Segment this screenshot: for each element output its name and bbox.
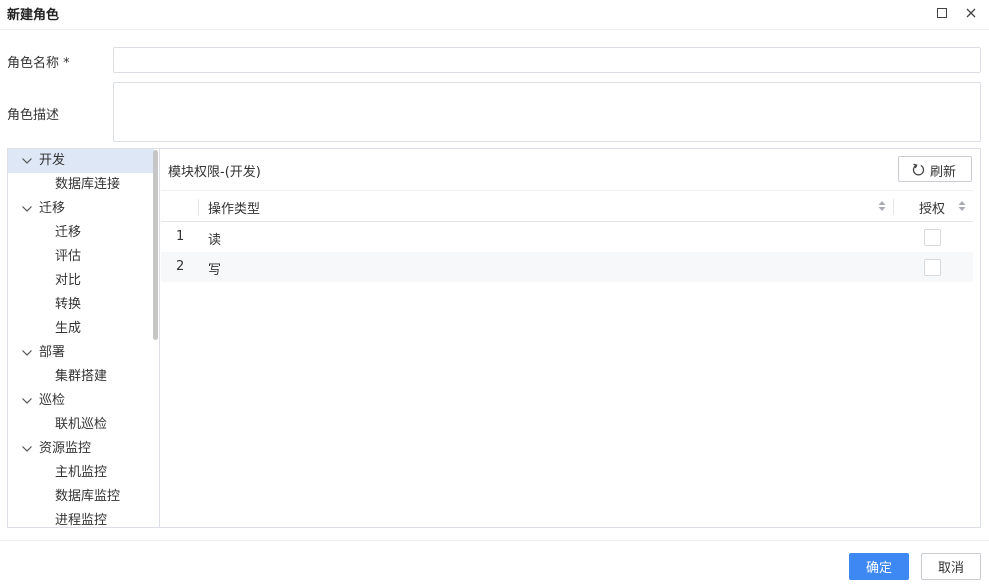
tree-item-label: 迁移 [39, 201, 66, 216]
tree-item-label: 联机巡检 [55, 417, 108, 432]
maximize-button[interactable] [934, 5, 950, 21]
column-divider [893, 199, 894, 215]
module-tree: 开发 数据库连接 迁移 迁移 评估 对比 转换 生成 部署 集群搭建 巡检 联机巡检 资源监控 主机监控数… [7, 148, 159, 528]
tree-item[interactable]: 主机监控 [8, 461, 154, 485]
sort-icon[interactable] [878, 200, 886, 212]
tree-scrollbar[interactable] [153, 150, 158, 340]
tree-group-item[interactable]: 迁移 [8, 197, 154, 221]
tree-item[interactable]: 数据库监控 [8, 485, 154, 509]
role-desc-input[interactable] [113, 82, 981, 142]
authorize-checkbox[interactable] [924, 259, 941, 276]
row-number: 2 [176, 259, 185, 274]
tree-item-label: 对比 [55, 273, 82, 288]
column-header-authorize[interactable]: 授权 [919, 198, 945, 217]
close-icon [966, 8, 976, 18]
tree-item-label: 部署 [39, 345, 66, 360]
tree-item[interactable]: 评估 [8, 245, 154, 269]
close-button[interactable] [963, 5, 979, 21]
tree-item[interactable]: 生成 [8, 317, 154, 341]
tree-item-label: 生成 [55, 321, 82, 336]
column-header-operation-type[interactable]: 操作类型 [208, 198, 260, 217]
column-divider [198, 199, 199, 215]
operation-type-cell: 读 [208, 233, 222, 248]
tree-item[interactable]: 联机巡检 [8, 413, 154, 437]
table-row: 1读 [161, 222, 973, 252]
confirm-button[interactable]: 确定 [849, 553, 909, 580]
refresh-button[interactable]: 刷新 [898, 156, 972, 182]
tree-item-label: 进程监控 [55, 513, 108, 528]
chevron-down-icon[interactable] [21, 396, 33, 406]
tree-item-label: 巡检 [39, 393, 66, 408]
tree-item-label: 数据库连接 [55, 177, 121, 192]
dialog-title: 新建角色 [7, 8, 60, 23]
operation-type-cell: 写 [208, 263, 222, 278]
tree-item-label: 开发 [39, 153, 66, 168]
tree-group-item[interactable]: 部署 [8, 341, 154, 365]
tree-group-item[interactable]: 资源监控 [8, 437, 154, 461]
tree-item[interactable]: 迁移 [8, 221, 154, 245]
chevron-down-icon[interactable] [21, 348, 33, 358]
chevron-down-icon[interactable] [21, 156, 33, 166]
tree-item-label: 迁移 [55, 225, 82, 240]
tree-item-label: 资源监控 [39, 441, 92, 456]
footer-divider [0, 540, 989, 541]
refresh-icon [912, 163, 925, 176]
tree-group-item[interactable]: 巡检 [8, 389, 154, 413]
tree-item-label: 数据库监控 [55, 489, 121, 504]
dialog-titlebar: 新建角色 [0, 0, 989, 30]
tree-item[interactable]: 转换 [8, 293, 154, 317]
tree-item-label: 评估 [55, 249, 82, 264]
maximize-icon [937, 8, 947, 18]
role-desc-label: 角色描述 [7, 108, 60, 123]
tree-item-label: 集群搭建 [55, 369, 108, 384]
tree-group-item[interactable]: 开发 [8, 149, 154, 173]
cancel-button[interactable]: 取消 [921, 553, 981, 580]
row-number: 1 [176, 229, 185, 244]
tree-item-label: 主机监控 [55, 465, 108, 480]
tree-item-label: 转换 [55, 297, 82, 312]
chevron-down-icon[interactable] [21, 444, 33, 454]
tree-item[interactable]: 对比 [8, 269, 154, 293]
tree-item[interactable]: 集群搭建 [8, 365, 154, 389]
refresh-label: 刷新 [930, 165, 957, 180]
sort-icon[interactable] [958, 200, 966, 212]
tree-item[interactable]: 数据库连接 [8, 173, 154, 197]
permission-grid-header: 操作类型 授权 [161, 190, 973, 222]
table-row: 2写 [161, 252, 973, 282]
authorize-checkbox[interactable] [924, 229, 941, 246]
tree-item[interactable]: 进程监控 [8, 509, 154, 528]
chevron-down-icon[interactable] [21, 204, 33, 214]
role-name-input[interactable] [113, 47, 981, 73]
permission-panel-title: 模块权限-(开发) [168, 165, 261, 180]
role-name-label: 角色名称 * [7, 56, 70, 71]
